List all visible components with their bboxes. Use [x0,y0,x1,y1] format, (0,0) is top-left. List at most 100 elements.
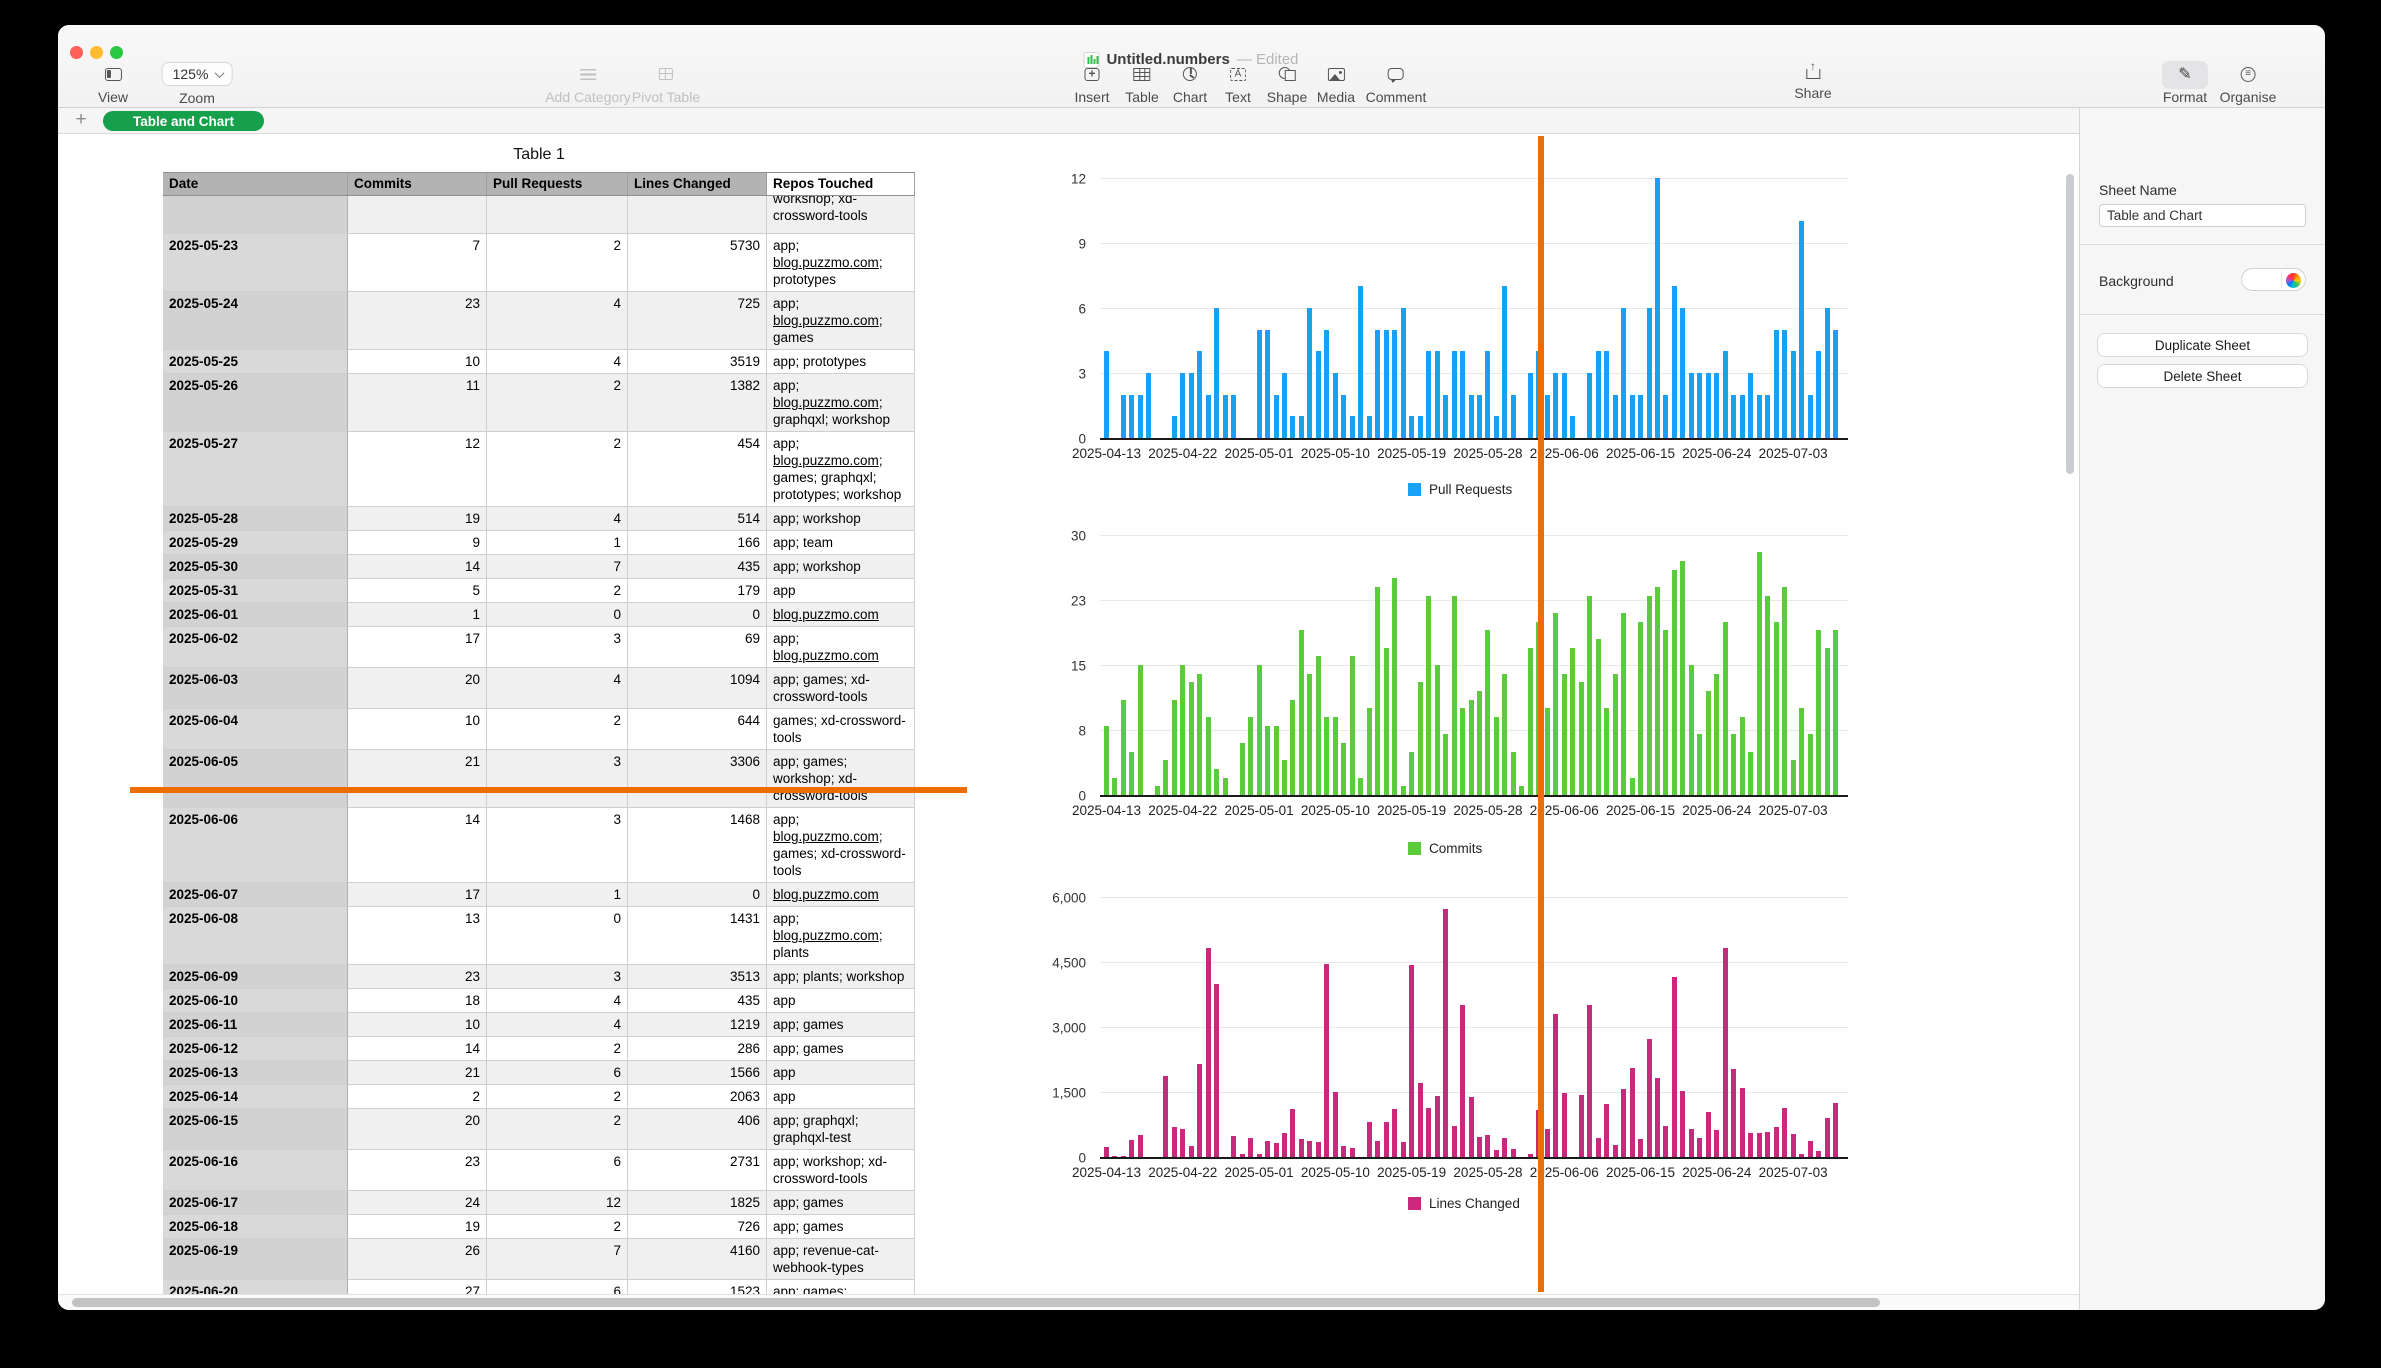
cell-commits[interactable]: 27 [348,1280,487,1294]
cell-lines-changed[interactable]: 166 [628,531,767,555]
column-header[interactable]: Repos Touched [767,173,915,195]
cell-commits[interactable]: 23 [348,1150,487,1191]
cell-repos[interactable]: blog.puzzmo.com [767,883,915,907]
cell-commits[interactable]: 21 [348,750,487,808]
cell-repos[interactable]: app; blog.puzzmo.com; games [767,292,915,350]
cell-lines-changed[interactable]: 4160 [628,1239,767,1280]
cell-repos[interactable]: blog.puzzmo.com [767,603,915,627]
cell-repos[interactable]: app; games; workshop; xd-crossword-tools [767,750,915,808]
table-row[interactable]: 2025-06-04102644games; xd-crossword-tool… [163,709,915,750]
cell-repos[interactable]: app [767,1085,915,1109]
cell-pull-requests[interactable]: 4 [487,1013,628,1037]
table-row[interactable]: 2025-05-261121382app; blog.puzzmo.com; g… [163,374,915,432]
cell-pull-requests[interactable]: 0 [487,907,628,965]
cell-repos[interactable]: app; blog.puzzmo.com; games; graphqxl; p… [767,432,915,507]
cell-commits[interactable]: 17 [348,883,487,907]
titlebar[interactable]: Untitled.numbers — Edited View 125% Zoom… [58,25,2325,108]
toolbar-comment-button[interactable]: Comment [1366,63,1427,105]
spreadsheet-canvas[interactable]: Table 1 2025-05-221541416app; games; wor… [58,134,2079,1294]
table-row[interactable]: 2025-05-2991166app; team [163,531,915,555]
cell-date[interactable]: 2025-06-07 [163,883,348,907]
toolbar-pivot-table-button[interactable]: Pivot Table [632,63,700,105]
cell-commits[interactable]: 20 [348,1109,487,1150]
column-header[interactable]: Pull Requests [487,173,628,195]
repo-link[interactable]: blog.puzzmo.com [773,395,879,410]
cell-commits[interactable]: 23 [348,292,487,350]
close-window-button[interactable] [70,46,83,59]
repo-link[interactable]: blog.puzzmo.com [773,313,879,328]
toolbar-share-button[interactable]: Share [1794,59,1831,101]
cell-pull-requests[interactable]: 7 [487,555,628,579]
table-row[interactable]: 2025-06-162362731app; workshop; xd-cross… [163,1150,915,1191]
horizontal-scrollbar[interactable] [58,1294,2079,1310]
cell-lines-changed[interactable]: 5730 [628,234,767,292]
cell-commits[interactable]: 17 [348,627,487,668]
table-row[interactable]: 2025-06-14222063app [163,1085,915,1109]
repo-link[interactable]: blog.puzzmo.com [773,453,879,468]
cell-repos[interactable]: app; games; [767,1280,915,1294]
cell-repos[interactable]: app; workshop [767,507,915,531]
cell-commits[interactable]: 13 [348,907,487,965]
table-row[interactable]: 2025-05-23725730app; blog.puzzmo.com; pr… [163,234,915,292]
table-row[interactable]: 2025-06-081301431app; blog.puzzmo.com; p… [163,907,915,965]
cell-pull-requests[interactable]: 0 [487,603,628,627]
column-header[interactable]: Date [163,173,348,195]
tab-table-and-chart[interactable]: Table and Chart [103,111,264,131]
cell-repos[interactable]: app; games [767,1215,915,1239]
add-sheet-button[interactable]: + [68,108,94,133]
cell-pull-requests[interactable]: 4 [487,668,628,709]
cell-repos[interactable]: app [767,1061,915,1085]
table-row[interactable]: 2025-06-12142286app; games [163,1037,915,1061]
cell-lines-changed[interactable]: 1431 [628,907,767,965]
cell-date[interactable]: 2025-05-24 [163,292,348,350]
duplicate-sheet-button[interactable]: Duplicate Sheet [2097,333,2308,357]
cell-repos[interactable]: app; blog.puzzmo.com; games; xd-crosswor… [767,808,915,883]
cell-pull-requests[interactable]: 4 [487,507,628,531]
cell-lines-changed[interactable]: 179 [628,579,767,603]
cell-date[interactable]: 2025-06-18 [163,1215,348,1239]
cell-date[interactable]: 2025-06-13 [163,1061,348,1085]
cell-pull-requests[interactable]: 2 [487,1215,628,1239]
cell-lines-changed[interactable]: 3519 [628,350,767,374]
cell-lines-changed[interactable]: 1566 [628,1061,767,1085]
cell-lines-changed[interactable]: 1219 [628,1013,767,1037]
horizontal-scrollbar-thumb[interactable] [72,1298,1880,1307]
cell-date[interactable]: 2025-06-14 [163,1085,348,1109]
cell-pull-requests[interactable]: 4 [487,989,628,1013]
cell-lines-changed[interactable]: 1825 [628,1191,767,1215]
toolbar-add-category-button[interactable]: Add Category [545,63,631,105]
cell-commits[interactable]: 10 [348,1013,487,1037]
cell-commits[interactable]: 7 [348,234,487,292]
toolbar-chart-button[interactable]: Chart [1173,63,1207,105]
cell-pull-requests[interactable]: 1 [487,531,628,555]
table-row[interactable]: 2025-06-032041094app; games; xd-crosswor… [163,668,915,709]
cell-pull-requests[interactable]: 2 [487,374,628,432]
repo-link[interactable]: blog.puzzmo.com [773,928,879,943]
cell-lines-changed[interactable]: 69 [628,627,767,668]
background-color-well[interactable] [2241,268,2306,291]
cell-lines-changed[interactable]: 406 [628,1109,767,1150]
cell-date[interactable]: 2025-06-02 [163,627,348,668]
cell-date[interactable]: 2025-06-05 [163,750,348,808]
cell-date[interactable]: 2025-05-23 [163,234,348,292]
cell-repos[interactable]: app; blog.puzzmo.com [767,627,915,668]
fullscreen-window-button[interactable] [110,46,123,59]
cell-date[interactable]: 2025-06-06 [163,808,348,883]
table-row[interactable]: 2025-05-3152179app [163,579,915,603]
cell-commits[interactable]: 26 [348,1239,487,1280]
cell-repos[interactable]: app; blog.puzzmo.com; prototypes [767,234,915,292]
cell-commits[interactable]: 9 [348,531,487,555]
table-row[interactable]: 2025-06-1724121825app; games [163,1191,915,1215]
cell-date[interactable]: 2025-06-08 [163,907,348,965]
cell-date[interactable]: 2025-06-04 [163,709,348,750]
toolbar-media-button[interactable]: Media [1317,63,1355,105]
cell-repos[interactable]: app; team [767,531,915,555]
cell-commits[interactable]: 5 [348,579,487,603]
cell-date[interactable]: 2025-06-09 [163,965,348,989]
table-row[interactable]: 2025-05-24234725app; blog.puzzmo.com; ga… [163,292,915,350]
cell-repos[interactable]: app; games [767,1191,915,1215]
cell-pull-requests[interactable]: 7 [487,1239,628,1280]
cell-pull-requests[interactable]: 2 [487,579,628,603]
cell-pull-requests[interactable]: 3 [487,627,628,668]
cell-repos[interactable]: app [767,579,915,603]
